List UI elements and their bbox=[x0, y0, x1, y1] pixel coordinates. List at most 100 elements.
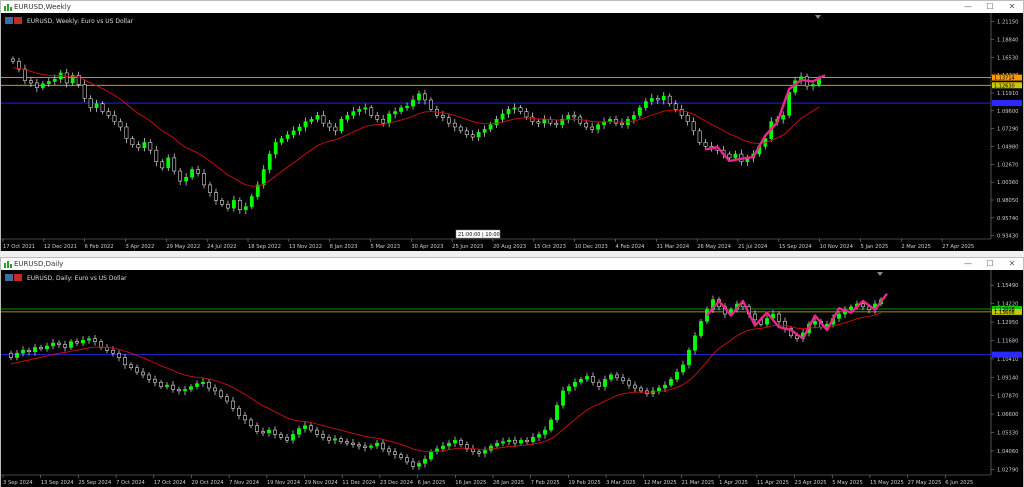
candle-body bbox=[423, 458, 427, 464]
candle-body bbox=[609, 374, 613, 380]
candle-body bbox=[184, 176, 189, 182]
level-price-label: 1.13714 bbox=[994, 76, 1015, 82]
candle-body bbox=[440, 115, 445, 118]
candle-body bbox=[243, 415, 247, 421]
candle-body bbox=[685, 115, 690, 122]
daily-price-chart[interactable]: EURUSD, Daily: Euro vs US Dollar 1.15490 1… bbox=[1, 270, 1023, 487]
close-button[interactable]: ✕ bbox=[1001, 258, 1023, 270]
candle-body bbox=[501, 441, 505, 444]
candle-body bbox=[45, 345, 49, 350]
candle-body bbox=[500, 113, 505, 120]
x-tick-label: 17 Oct 2021 bbox=[3, 244, 35, 250]
weekly-chart-window[interactable]: EURUSD,Weekly — ☐ ✕ EURUSD, Weekly: Euro… bbox=[0, 0, 1024, 251]
weekly-price-chart[interactable]: EURUSD, Weekly: Euro vs US Dollar 1.21150… bbox=[1, 13, 1023, 251]
weekly-titlebar[interactable]: EURUSD,Weekly — ☐ ✕ bbox=[1, 1, 1023, 13]
candle-body bbox=[21, 350, 25, 354]
x-tick-label: 3 Apr 2022 bbox=[126, 244, 155, 250]
y-tick-label: 1.05330 bbox=[997, 431, 1018, 437]
candle-body bbox=[64, 72, 69, 84]
x-tick-label: 6 Jun 2025 bbox=[945, 480, 973, 486]
maximize-button[interactable]: ☐ bbox=[979, 258, 1001, 270]
x-tick-label: 20 Aug 2023 bbox=[493, 244, 526, 250]
candle-body bbox=[393, 111, 397, 115]
candle-body bbox=[381, 442, 385, 450]
y-tick-label: 1.04980 bbox=[997, 144, 1018, 150]
candle-body bbox=[117, 352, 121, 358]
candle-body bbox=[63, 344, 67, 348]
candle-body bbox=[135, 367, 139, 373]
candle-body bbox=[861, 303, 865, 308]
x-tick-label: 7 Oct 2024 bbox=[116, 480, 145, 486]
candle-body bbox=[393, 451, 397, 455]
x-tick-label: 23 Dec 2024 bbox=[380, 480, 414, 486]
maximize-button[interactable]: ☐ bbox=[979, 1, 1001, 13]
daily-chart-window[interactable]: EURUSD,Daily — ☐ ✕ EURUSD, Daily: Euro v… bbox=[0, 257, 1024, 487]
y-tick-label: 1.00360 bbox=[997, 180, 1018, 186]
candle-body bbox=[136, 144, 141, 149]
x-tick-label: 25 Jun 2023 bbox=[452, 244, 483, 250]
candle-body bbox=[29, 80, 33, 84]
candle-body bbox=[237, 408, 241, 416]
candle-body bbox=[315, 429, 319, 435]
candle-body bbox=[273, 429, 277, 435]
candle-body bbox=[112, 115, 117, 122]
y-tick-label: 1.06600 bbox=[997, 412, 1018, 418]
candle-body bbox=[621, 377, 625, 381]
candle-body bbox=[387, 448, 391, 453]
candle-body bbox=[201, 381, 205, 384]
x-tick-label: 21 Mar 2025 bbox=[681, 480, 714, 486]
candle-body bbox=[46, 81, 51, 84]
candle-body bbox=[459, 439, 463, 445]
candle-body bbox=[697, 130, 702, 143]
candle-body bbox=[417, 463, 421, 467]
close-button[interactable]: ✕ bbox=[1001, 1, 1023, 13]
candle-body bbox=[172, 157, 177, 172]
candle-body bbox=[190, 169, 195, 178]
candle-body bbox=[675, 371, 679, 380]
candle-body bbox=[357, 444, 361, 447]
candle-body bbox=[147, 374, 151, 380]
symbol-flag-icon bbox=[5, 17, 13, 24]
y-tick-label: 1.15490 bbox=[997, 283, 1018, 289]
y-tick-label: 0.95740 bbox=[997, 216, 1018, 222]
candle-body bbox=[447, 442, 451, 447]
minimize-button[interactable]: — bbox=[957, 258, 979, 270]
x-tick-label: 4 Feb 2024 bbox=[616, 244, 646, 250]
candle-body bbox=[369, 107, 374, 116]
candle-body bbox=[573, 381, 577, 387]
candle-body bbox=[555, 405, 559, 421]
candle-body bbox=[232, 200, 236, 209]
candle-body bbox=[261, 169, 266, 186]
candle-body bbox=[429, 451, 433, 460]
daily-titlebar[interactable]: EURUSD,Daily — ☐ ✕ bbox=[1, 258, 1023, 270]
candle-body bbox=[82, 84, 87, 99]
candle-body bbox=[649, 98, 654, 102]
candle-body bbox=[183, 389, 187, 392]
candle-body bbox=[249, 196, 254, 207]
candle-body bbox=[285, 437, 289, 441]
candle-body bbox=[477, 451, 481, 454]
candle-body bbox=[327, 437, 331, 441]
candle-body bbox=[231, 400, 235, 409]
candle-body bbox=[267, 429, 271, 434]
candle-body bbox=[781, 115, 786, 120]
candle-body bbox=[51, 342, 55, 347]
candle-body bbox=[27, 350, 31, 353]
candle-body bbox=[639, 387, 643, 392]
candle-body bbox=[627, 380, 631, 386]
x-tick-label: 31 Mar 2024 bbox=[656, 244, 690, 250]
candle-body bbox=[345, 441, 349, 444]
candle-body bbox=[11, 58, 15, 62]
candle-body bbox=[123, 357, 127, 366]
candle-body bbox=[267, 153, 272, 170]
candle-body bbox=[603, 379, 607, 387]
minimize-button[interactable]: — bbox=[957, 1, 979, 13]
y-tick-label: 0.98050 bbox=[997, 198, 1018, 204]
y-tick-label: 1.02790 bbox=[997, 467, 1018, 473]
candle-body bbox=[591, 376, 595, 383]
candle-body bbox=[753, 313, 757, 321]
candle-body bbox=[249, 419, 253, 426]
symbol-label: EURUSD, Daily: Euro vs US Dollar bbox=[27, 275, 127, 282]
chart-background bbox=[1, 13, 1023, 251]
candle-body bbox=[99, 341, 103, 348]
